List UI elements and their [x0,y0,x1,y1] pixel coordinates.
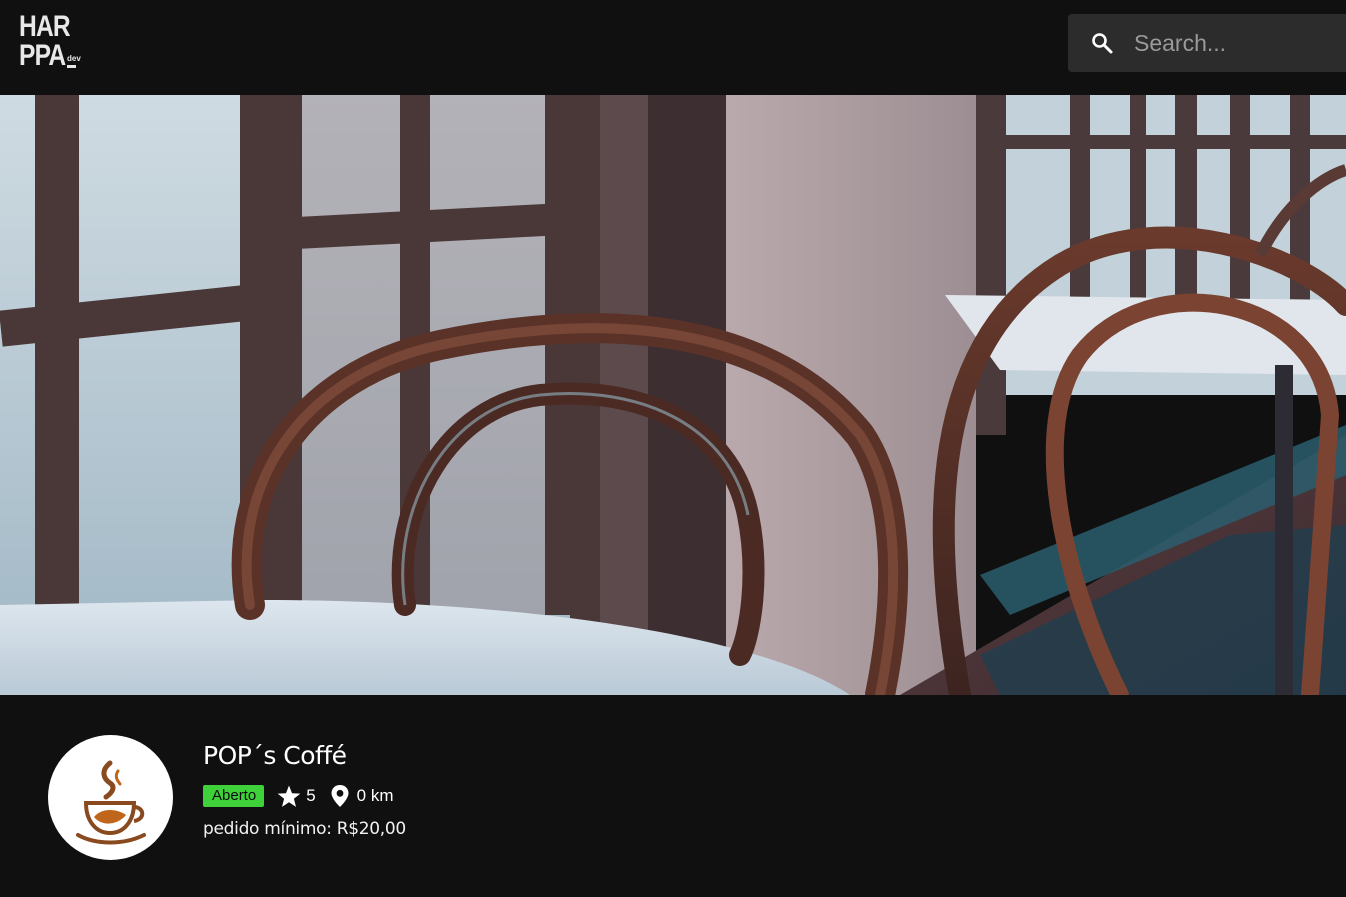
coffee-cup-logo [76,760,146,845]
store-meta-row: Aberto 5 0 km [203,783,394,809]
logo-suffix: dev [67,54,81,63]
cafe-chairs-photo [0,95,1346,695]
harppa-logo[interactable]: HAR PPA dev [19,12,85,72]
top-navigation-bar: HAR PPA dev [0,0,1346,95]
search-icon[interactable] [1090,31,1114,55]
search-input[interactable] [1134,24,1334,62]
rating-value: 5 [306,786,316,805]
logo-line-2: PPA [19,39,66,72]
minimum-order-text: pedido mínimo: R$20,00 [203,819,406,839]
store-info-section: POP´s Coffé Aberto 5 0 km pedido mínimo:… [0,695,1346,897]
status-badge: Aberto [203,785,265,807]
store-logo[interactable] [48,735,173,860]
location-pin-icon [331,785,349,807]
star-icon [277,785,301,807]
distance-value: 0 km [356,786,394,805]
logo-suffix-underline [67,65,76,68]
logo-line-1: HAR [19,10,71,43]
search-box[interactable] [1068,14,1346,72]
store-distance: 0 km [330,784,394,808]
store-banner-image [0,95,1346,695]
store-rating: 5 [277,785,316,808]
store-name: POP´s Coffé [203,741,347,770]
